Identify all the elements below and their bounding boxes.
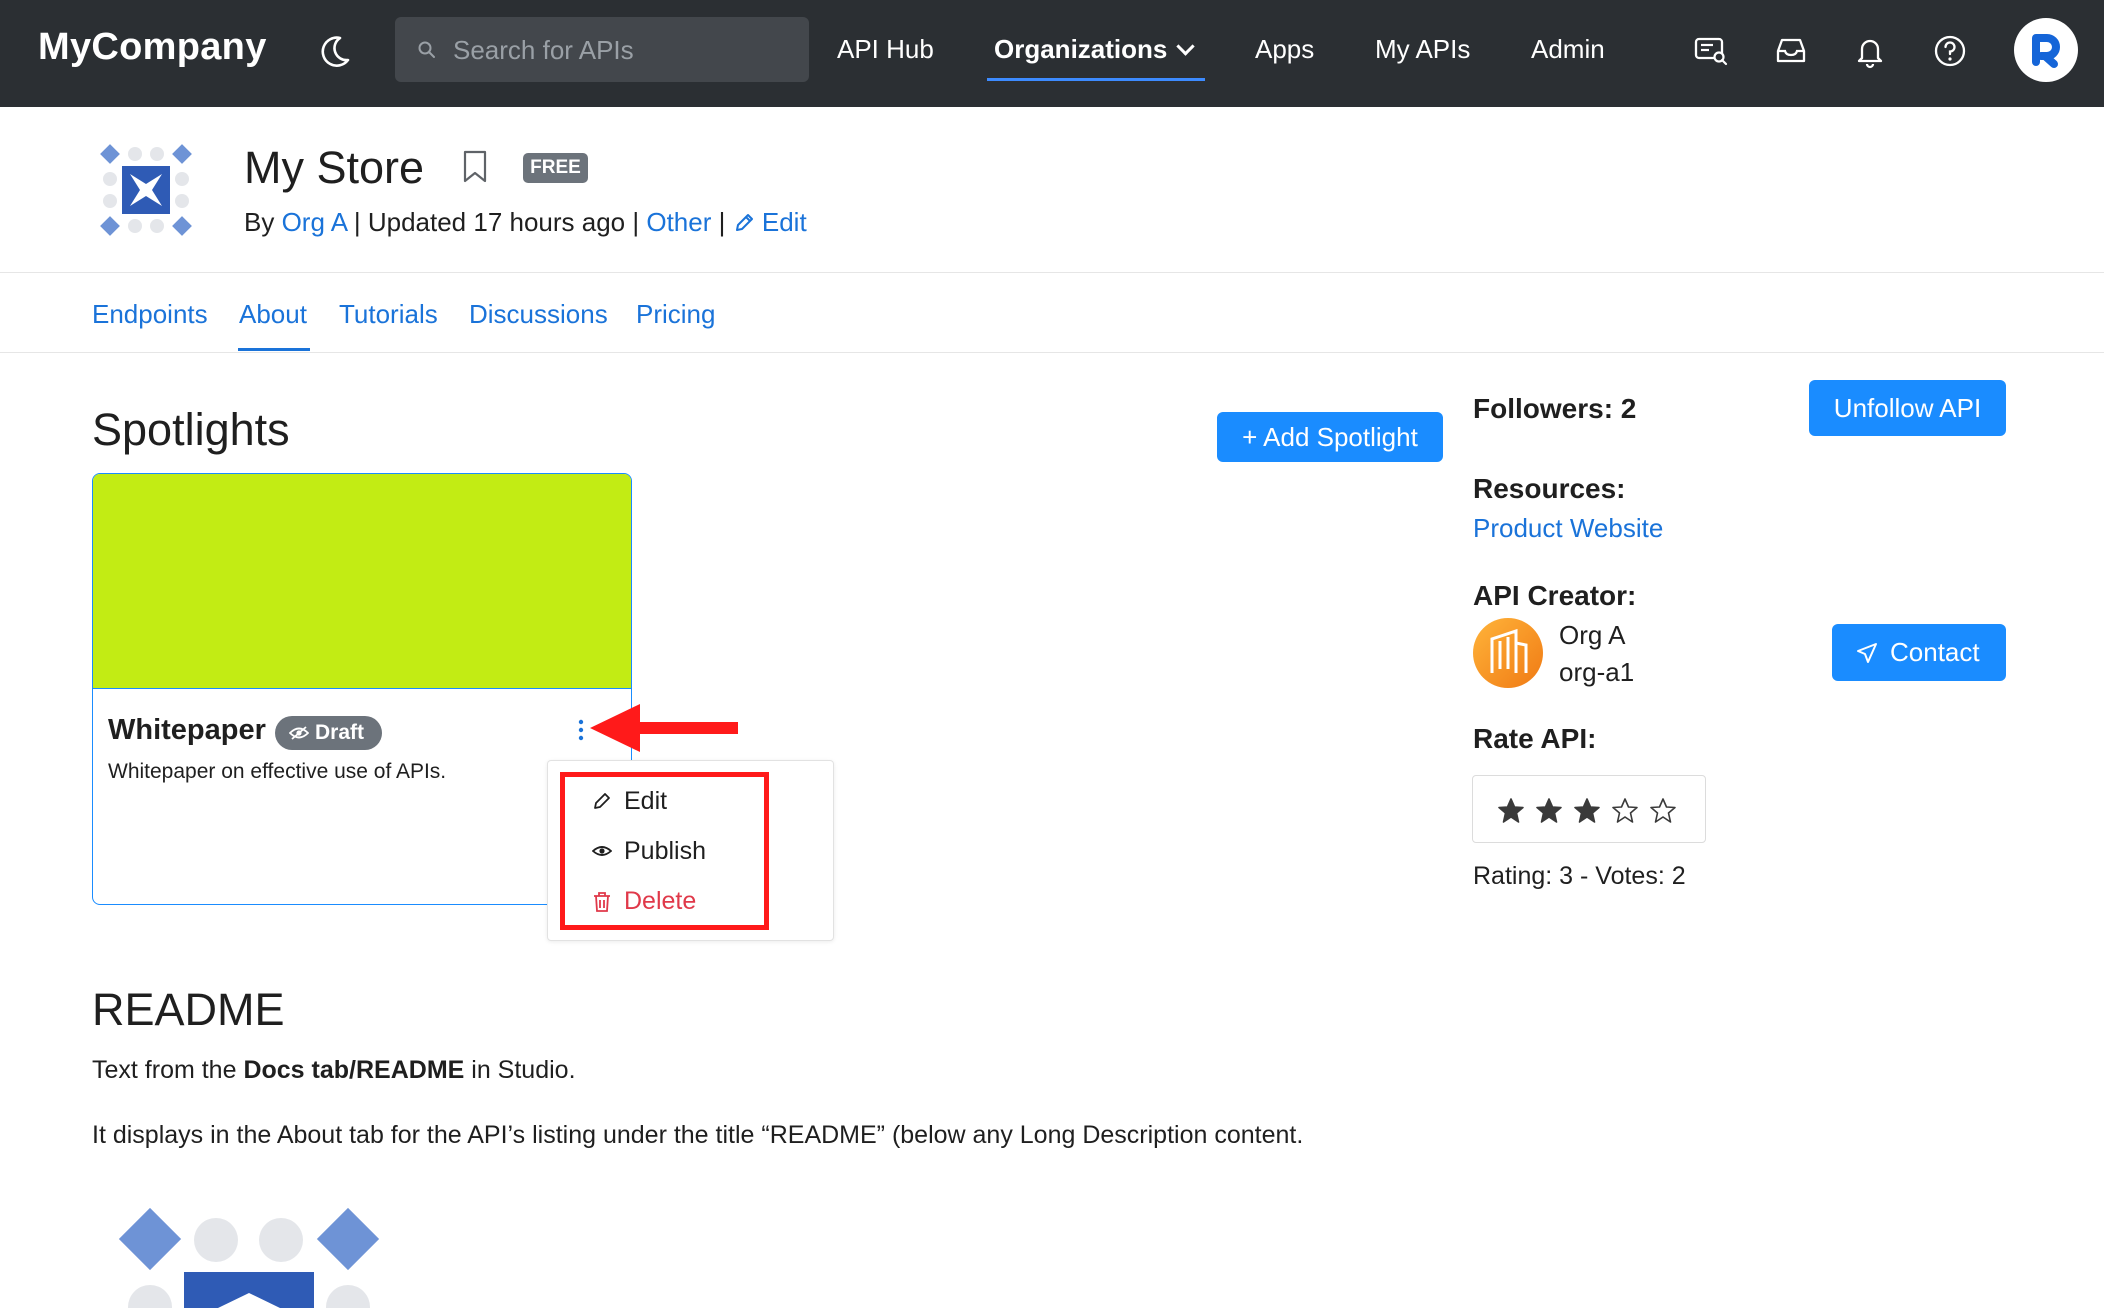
search-input[interactable]: Search for APIs (395, 17, 809, 82)
star-4-icon[interactable] (1612, 798, 1638, 824)
star-1-icon[interactable] (1498, 798, 1524, 824)
api-creator-label: API Creator: (1473, 580, 1637, 611)
top-nav-bar: MyCompany Search for APIs API Hub Organi… (0, 0, 2104, 107)
active-tab-indicator (238, 348, 310, 351)
add-spotlight-button[interactable]: + Add Spotlight (1217, 412, 1443, 462)
tab-endpoints[interactable]: Endpoints (92, 299, 208, 330)
user-avatar[interactable] (2014, 18, 2078, 82)
readme-p1-before: Text from the (92, 1056, 244, 1084)
search-icon (418, 41, 435, 58)
resources-label: Resources: (1473, 473, 1626, 504)
nav-link-my-apis[interactable]: My APIs (1375, 34, 1470, 65)
followers-count: Followers: 2 (1473, 393, 1637, 424)
contact-button-label: Contact (1890, 637, 1980, 667)
pencil-icon (735, 214, 753, 231)
readme-p1-after: in Studio. (464, 1056, 576, 1084)
user-avatar-logo-icon (2032, 34, 2060, 68)
star-3-icon[interactable] (1574, 798, 1600, 824)
draft-status-label: Draft (315, 721, 365, 744)
edit-api-link[interactable]: Edit (733, 207, 807, 237)
readme-paragraph-2: It displays in the About tab for the API… (92, 1121, 1304, 1149)
spotlight-title: Whitepaper (108, 714, 266, 746)
creator-name[interactable]: Org A (1559, 620, 1625, 651)
spotlight-description: Whitepaper on effective use of APIs. (108, 760, 447, 783)
send-icon (1857, 643, 1877, 663)
spotlight-banner (93, 474, 631, 689)
search-placeholder: Search for APIs (453, 35, 634, 65)
nav-link-organizations[interactable]: Organizations (994, 34, 1196, 65)
chevron-down-icon (1176, 37, 1196, 56)
kebab-menu-icon[interactable] (577, 718, 585, 742)
category-link[interactable]: Other (646, 207, 711, 237)
draft-status-badge: Draft (275, 716, 382, 750)
unfollow-api-button[interactable]: Unfollow API (1809, 380, 2006, 436)
creator-avatar[interactable] (1472, 617, 1544, 689)
readme-paragraph-1: Text from the Docs tab/README in Studio. (92, 1056, 576, 1085)
tab-tutorials[interactable]: Tutorials (339, 299, 438, 330)
rating-summary: Rating: 3 - Votes: 2 (1473, 862, 1686, 890)
tab-about[interactable]: About (239, 299, 307, 330)
nav-link-organizations-label: Organizations (994, 34, 1168, 64)
pricing-badge: FREE (523, 153, 588, 183)
tab-discussions[interactable]: Discussions (469, 299, 608, 330)
edit-api-label: Edit (761, 207, 807, 237)
rating-stars (1472, 775, 1706, 843)
updated-text: | Updated 17 hours ago | (353, 207, 640, 237)
star-5-icon[interactable] (1650, 798, 1676, 824)
tab-pricing[interactable]: Pricing (636, 299, 715, 330)
eye-slash-icon (289, 726, 309, 740)
api-title: My Store (244, 142, 425, 193)
tabs-divider (0, 352, 2104, 353)
product-website-link[interactable]: Product Website (1473, 513, 1663, 544)
star-2-icon[interactable] (1536, 798, 1562, 824)
header-divider (0, 272, 2104, 273)
help-icon[interactable] (1932, 33, 1968, 69)
readme-heading: README (92, 984, 285, 1035)
chat-search-icon[interactable] (1693, 33, 1729, 69)
meta-separator: | (718, 207, 726, 237)
readme-p1-bold: Docs tab/README (243, 1056, 465, 1084)
nav-link-admin[interactable]: Admin (1531, 34, 1605, 65)
moon-icon[interactable] (314, 32, 354, 72)
api-meta-line: By Org A | Updated 17 hours ago | Other … (244, 207, 807, 238)
menu-highlight-annotation (560, 772, 769, 930)
brand-logo[interactable]: MyCompany (38, 26, 267, 69)
api-logo (100, 144, 192, 236)
bell-icon[interactable] (1852, 33, 1888, 69)
nav-link-apps[interactable]: Apps (1255, 34, 1314, 65)
readme-image (118, 1207, 380, 1308)
spotlights-heading: Spotlights (92, 404, 290, 455)
nav-link-api-hub[interactable]: API Hub (837, 34, 934, 65)
inbox-icon[interactable] (1773, 33, 1809, 69)
creator-id: org-a1 (1559, 657, 1635, 687)
contact-button[interactable]: Contact (1832, 624, 2006, 681)
rate-api-label: Rate API: (1473, 723, 1597, 754)
red-arrow-annotation-icon (590, 704, 738, 752)
org-link[interactable]: Org A (282, 207, 347, 237)
by-label: By (244, 207, 275, 237)
bookmark-icon[interactable] (462, 150, 488, 184)
nav-active-indicator (987, 78, 1205, 81)
